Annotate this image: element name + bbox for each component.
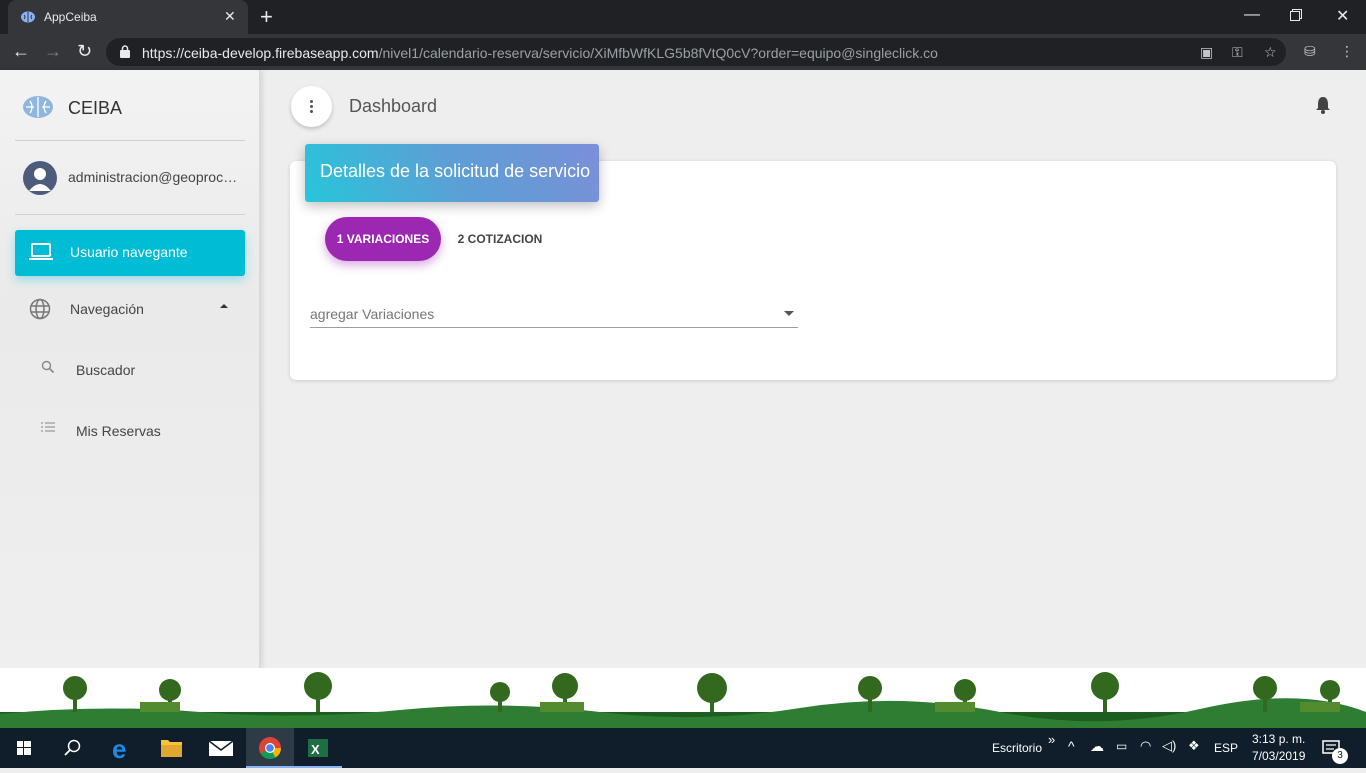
tab-title: AppCeiba — [44, 10, 97, 24]
brain-icon — [23, 96, 53, 118]
page-title: Dashboard — [349, 96, 438, 116]
folder-icon — [161, 740, 182, 757]
caret-up-icon[interactable] — [220, 304, 228, 308]
chrome-icon — [259, 737, 281, 759]
edge-icon: e — [112, 734, 126, 764]
clock-time[interactable]: 3:13 p. m. — [1252, 732, 1305, 746]
browser-tab-bar: AppCeiba ✕ + — ✕ — [0, 0, 1366, 34]
brand-name[interactable]: CEIBA — [68, 98, 122, 119]
edge-app-button[interactable]: e — [98, 728, 146, 768]
laptop-icon — [29, 243, 53, 260]
address-bar: ← → ↻ https://ceiba-develop.firebaseapp.… — [0, 34, 1366, 70]
mail-app-button[interactable] — [196, 728, 244, 768]
url-host: https://ceiba-develop.firebaseapp.com — [142, 45, 379, 61]
language-indicator[interactable]: ESP — [1214, 741, 1238, 755]
sidebar-item-label: Navegación — [70, 301, 144, 317]
footer-banner — [0, 668, 1366, 728]
notification-count-badge: 3 — [1332, 748, 1348, 764]
windows-icon — [17, 741, 31, 755]
sidebar-item-label: Mis Reservas — [76, 423, 161, 439]
sidebar-item-label: Buscador — [76, 362, 136, 378]
window-close-icon[interactable]: ✕ — [1336, 6, 1349, 26]
globe-icon — [29, 298, 51, 320]
chevron-up-icon[interactable]: ^ — [1068, 738, 1075, 754]
list-icon — [41, 422, 55, 432]
chrome-app-button[interactable] — [246, 728, 294, 768]
sidebar-item-label: Usuario navegante — [70, 244, 188, 260]
cloud-icon[interactable]: ☁ — [1090, 738, 1104, 755]
file-explorer-button[interactable] — [148, 728, 196, 768]
lock-icon — [120, 45, 130, 58]
select-placeholder: agregar Variaciones — [310, 306, 435, 322]
reload-icon[interactable]: ↻ — [77, 41, 92, 62]
divider — [15, 140, 245, 141]
clock-date[interactable]: 7/03/2019 — [1252, 749, 1305, 763]
url-path: /nivel1/calendario-reserva/servicio/XiMf… — [378, 45, 938, 61]
avatar[interactable] — [23, 161, 57, 195]
user-email[interactable]: administracion@geoprocesos.com.co — [68, 169, 243, 185]
minimize-icon[interactable]: — — [1244, 6, 1260, 24]
close-icon[interactable]: ✕ — [224, 8, 236, 25]
mail-icon — [208, 740, 234, 756]
translate-icon[interactable]: ▣ — [1200, 44, 1213, 61]
restore-icon[interactable] — [1290, 9, 1302, 21]
key-icon[interactable]: ⚿ — [1232, 44, 1243, 61]
variaciones-select[interactable]: agregar Variaciones — [310, 300, 798, 328]
user-icon — [29, 168, 51, 191]
step-variaciones-tab[interactable]: 1 VARIACIONES — [325, 217, 441, 261]
more-vert-icon — [310, 100, 313, 115]
search-icon — [64, 739, 81, 756]
chevron-double-right-icon[interactable]: » — [1048, 732, 1055, 747]
sidebar-item-mis-reservas[interactable]: Mis Reservas — [15, 411, 245, 451]
card-title: Detalles de la solicitud de servicio — [320, 161, 591, 181]
desktop-toolbar-label[interactable]: Escritorio — [992, 741, 1042, 755]
search-icon — [41, 360, 55, 374]
step-cotizacion-tab[interactable]: 2 COTIZACION — [449, 217, 551, 261]
windows-start-button[interactable] — [0, 728, 48, 768]
excel-icon: X — [308, 739, 328, 757]
extension-icon[interactable]: ⛁ — [1304, 43, 1316, 60]
sidebar-item-usuario-navegante[interactable]: Usuario navegante — [15, 230, 245, 276]
bell-icon[interactable] — [1314, 96, 1332, 114]
wifi-icon[interactable]: ◠ — [1140, 738, 1151, 754]
url-text: https://ceiba-develop.firebaseapp.com/ni… — [142, 45, 938, 61]
excel-app-button[interactable]: X — [294, 728, 342, 768]
plus-icon[interactable]: + — [260, 4, 273, 30]
browser-tab[interactable]: AppCeiba ✕ — [8, 0, 248, 34]
card-header: Detalles de la solicitud de servicio — [305, 144, 599, 202]
more-icon[interactable]: ⋮ — [1340, 43, 1354, 60]
sidebar-item-buscador[interactable]: Buscador — [15, 350, 245, 390]
taskbar-search-button[interactable] — [48, 728, 96, 768]
url-input[interactable]: https://ceiba-develop.firebaseapp.com/ni… — [106, 38, 1286, 66]
sidebar-item-navegacion[interactable]: Navegación — [15, 288, 245, 328]
svg-text:X: X — [311, 742, 320, 757]
forward-icon[interactable]: → — [44, 41, 62, 62]
svg-text:e: e — [112, 734, 126, 764]
star-icon[interactable]: ☆ — [1264, 44, 1277, 61]
brain-icon — [21, 11, 35, 23]
forest-illustration — [0, 672, 1366, 728]
taskbar: e X Escritorio » ^ ☁ ▭ ◠ ◁) ❖ ESP 3:13 p… — [0, 728, 1366, 768]
divider — [15, 214, 245, 215]
dropbox-icon[interactable]: ❖ — [1188, 738, 1200, 754]
battery-icon[interactable]: ▭ — [1116, 739, 1127, 753]
volume-icon[interactable]: ◁) — [1162, 738, 1176, 754]
chevron-down-icon — [784, 311, 794, 316]
more-menu-button[interactable] — [291, 86, 332, 127]
back-icon[interactable]: ← — [12, 41, 30, 62]
sidebar: CEIBA administracion@geoprocesos.com.co … — [0, 70, 260, 668]
